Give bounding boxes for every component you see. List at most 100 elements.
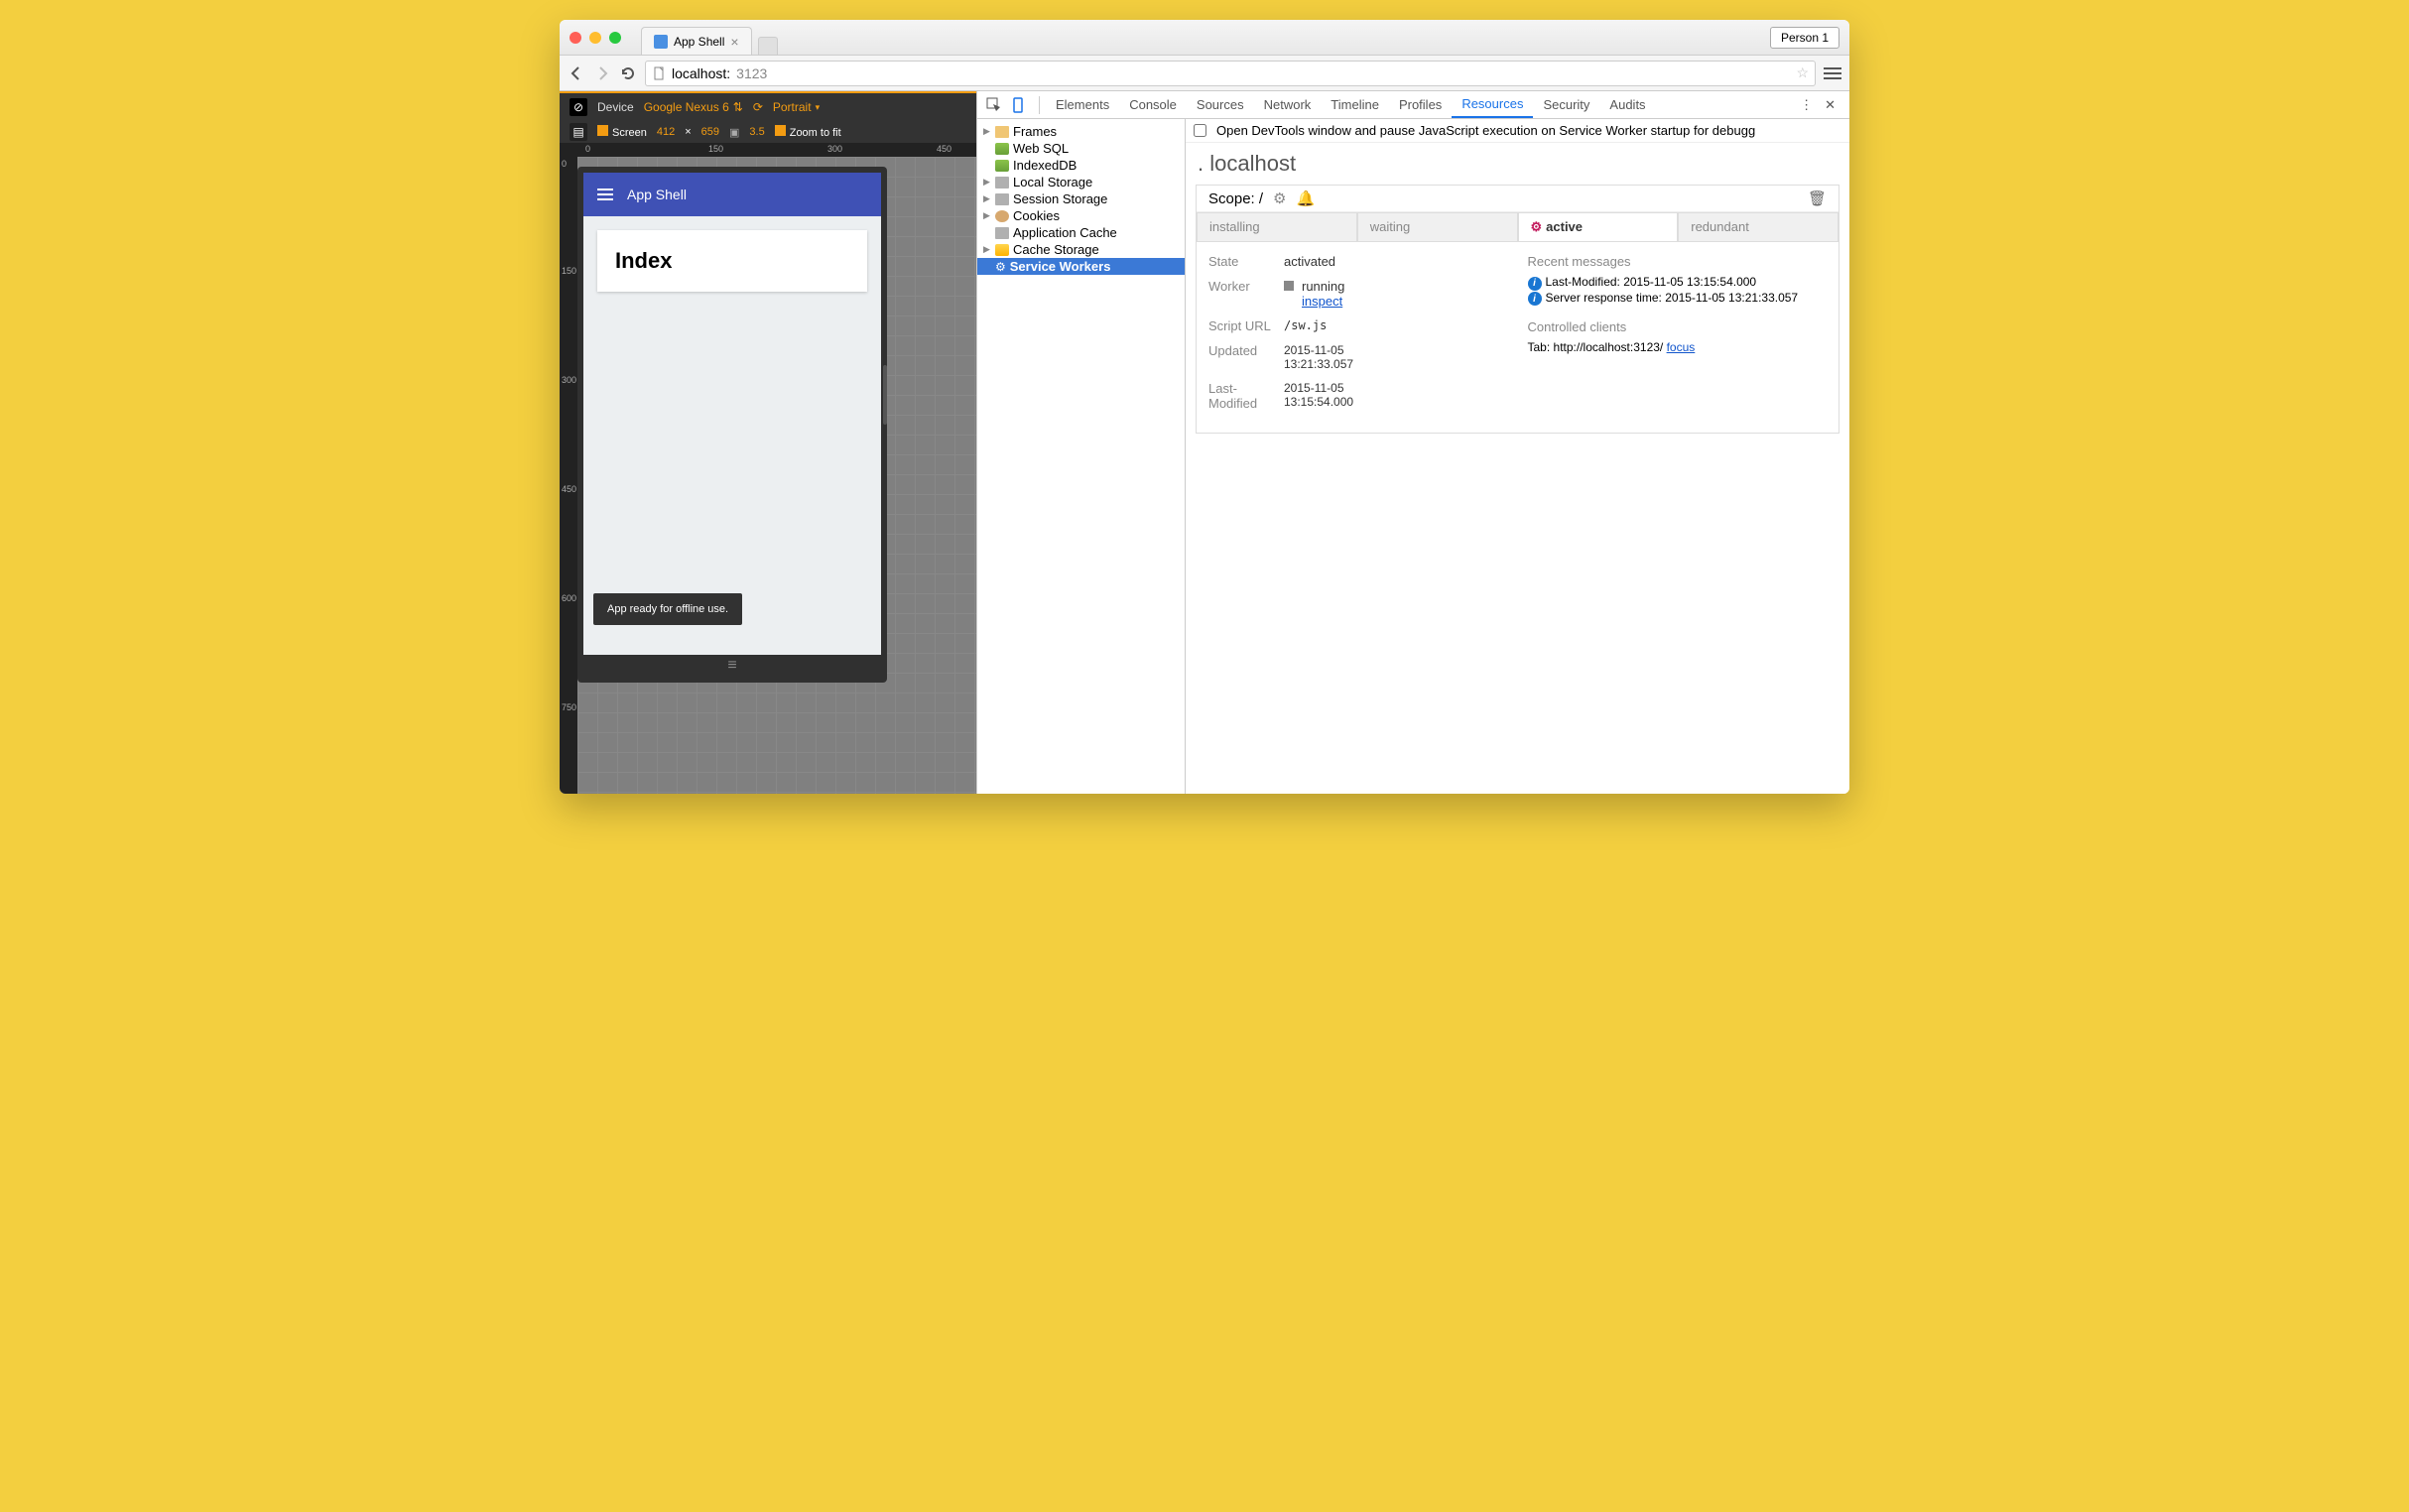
device-mode-panel: ⊘ Device Google Nexus 6 ⇅ ⟳ Portrait ▾ ▤… [560, 91, 976, 794]
cookie-icon [995, 210, 1009, 222]
stop-worker-button[interactable] [1284, 281, 1294, 291]
gear-icon: ⚙ [995, 260, 1006, 274]
resources-tree: ▶Frames Web SQL IndexedDB ▶Local Storage… [977, 119, 1186, 794]
sw-tab-active[interactable]: ⚙active [1518, 212, 1679, 241]
chevron-updown-icon: ⇅ [733, 100, 743, 114]
tree-indexeddb[interactable]: IndexedDB [977, 157, 1185, 174]
tab-close-icon[interactable]: × [730, 34, 738, 50]
tree-serviceworkers[interactable]: ⚙Service Workers [977, 258, 1185, 275]
script-url: /sw.js [1284, 318, 1327, 333]
tab-security[interactable]: Security [1533, 91, 1599, 118]
tab-sources[interactable]: Sources [1187, 91, 1254, 118]
minimize-window-button[interactable] [589, 32, 601, 44]
worker-status: running [1302, 279, 1344, 294]
rotate-icon[interactable]: ⟳ [753, 100, 763, 114]
folder-icon [995, 126, 1009, 138]
device-screen[interactable]: App Shell Index App ready for offline us… [583, 173, 881, 655]
unregister-icon[interactable]: 🗑 [1808, 189, 1827, 207]
resources-detail: Open DevTools window and pause JavaScrip… [1186, 119, 1849, 794]
dpr-value[interactable]: 3.5 [749, 126, 764, 138]
tree-appcache[interactable]: Application Cache [977, 224, 1185, 241]
update-icon[interactable]: ⚙ [1273, 189, 1286, 207]
tree-websql[interactable]: Web SQL [977, 140, 1185, 157]
tree-frames[interactable]: ▶Frames [977, 123, 1185, 140]
browser-tab[interactable]: App Shell × [641, 27, 752, 55]
gear-icon: ⚙ [1531, 219, 1543, 234]
orientation-select[interactable]: Portrait ▾ [773, 100, 820, 114]
tab-console[interactable]: Console [1119, 91, 1187, 118]
maximize-window-button[interactable] [609, 32, 621, 44]
sw-tab-waiting[interactable]: waiting [1357, 212, 1518, 241]
tab-audits[interactable]: Audits [1599, 91, 1655, 118]
updated-time: 2015-11-0513:21:33.057 [1284, 343, 1353, 371]
back-button[interactable] [568, 64, 585, 82]
sw-host: . localhost [1186, 143, 1849, 185]
app-menu-icon[interactable] [597, 189, 613, 200]
device-toolbar: ⊘ Device Google Nexus 6 ⇅ ⟳ Portrait ▾ [560, 93, 976, 121]
tab-elements[interactable]: Elements [1046, 91, 1119, 118]
sw-tab-installing[interactable]: installing [1197, 212, 1357, 241]
inspect-link[interactable]: inspect [1302, 294, 1342, 309]
storage-icon [995, 227, 1009, 239]
pause-on-startup-checkbox[interactable] [1194, 124, 1206, 137]
database-icon [995, 143, 1009, 155]
address-bar[interactable]: localhost: 3123 ☆ [645, 61, 1816, 86]
screen-checkbox[interactable] [597, 125, 608, 136]
reload-button[interactable] [619, 64, 637, 82]
tab-resources[interactable]: Resources [1452, 91, 1533, 118]
storage-icon [995, 177, 1009, 189]
new-tab-button[interactable] [758, 37, 778, 55]
profile-button[interactable]: Person 1 [1770, 27, 1839, 49]
tab-strip: App Shell × [641, 20, 778, 55]
zoom-checkbox[interactable] [775, 125, 786, 136]
index-card: Index [597, 230, 867, 292]
tab-network[interactable]: Network [1254, 91, 1322, 118]
sw-tab-redundant[interactable]: redundant [1678, 212, 1838, 241]
page-icon [652, 66, 666, 80]
tree-sessionstorage[interactable]: ▶Session Storage [977, 190, 1185, 207]
sw-state: activated [1284, 254, 1335, 269]
sw-options-bar: Open DevTools window and pause JavaScrip… [1186, 119, 1849, 143]
close-window-button[interactable] [570, 32, 581, 44]
push-icon[interactable]: 🔔 [1297, 189, 1316, 207]
sw-state-tabs: installing waiting ⚙active redundant [1197, 212, 1838, 242]
url-port: 3123 [736, 65, 767, 81]
tab-profiles[interactable]: Profiles [1389, 91, 1452, 118]
device-navbar: ≡ [583, 655, 881, 677]
bookmark-star-icon[interactable]: ☆ [1796, 64, 1809, 81]
window-controls [570, 32, 621, 44]
menu-button[interactable] [1824, 67, 1841, 79]
tree-cookies[interactable]: ▶Cookies [977, 207, 1185, 224]
url-host: localhost: [672, 65, 730, 81]
client-row: Tab: http://localhost:3123/ focus [1528, 340, 1828, 354]
device-mode-icon[interactable] [1009, 96, 1027, 114]
device-subtoolbar: ▤ Screen 412 × 659 ▣ 3.5 Zoom to fit [560, 121, 976, 143]
offline-toast: App ready for offline use. [593, 593, 742, 625]
device-canvas: App Shell Index App ready for offline us… [577, 157, 976, 794]
app-title: App Shell [627, 187, 687, 202]
no-throttle-icon[interactable]: ⊘ [570, 98, 587, 116]
device-scrollbar[interactable] [883, 365, 887, 425]
devtools-more-icon[interactable]: ⋮ [1794, 97, 1819, 113]
database-icon [995, 160, 1009, 172]
app-header: App Shell [583, 173, 881, 216]
forward-button[interactable] [593, 64, 611, 82]
recent-messages-head: Recent messages [1528, 254, 1828, 269]
focus-link[interactable]: focus [1667, 340, 1696, 354]
device-select[interactable]: Google Nexus 6 ⇅ [644, 100, 743, 114]
info-icon: i [1528, 292, 1542, 306]
devtools-close-icon[interactable]: ✕ [1819, 97, 1841, 113]
devtools-tabs: Elements Console Sources Network Timelin… [977, 91, 1849, 119]
inspect-icon[interactable] [985, 96, 1003, 114]
tab-title: App Shell [674, 35, 724, 49]
devtools-panel: Elements Console Sources Network Timelin… [976, 91, 1849, 794]
tab-timeline[interactable]: Timeline [1321, 91, 1389, 118]
scope-bar: Scope: / ⚙ 🔔 🗑 [1197, 186, 1838, 212]
favicon [654, 35, 668, 49]
screen-width[interactable]: 412 [657, 126, 675, 138]
tree-cachestorage[interactable]: ▶Cache Storage [977, 241, 1185, 258]
tree-localstorage[interactable]: ▶Local Storage [977, 174, 1185, 190]
media-queries-icon[interactable]: ▤ [570, 123, 587, 141]
screen-height[interactable]: 659 [701, 126, 719, 138]
device-frame: App Shell Index App ready for offline us… [577, 167, 887, 683]
